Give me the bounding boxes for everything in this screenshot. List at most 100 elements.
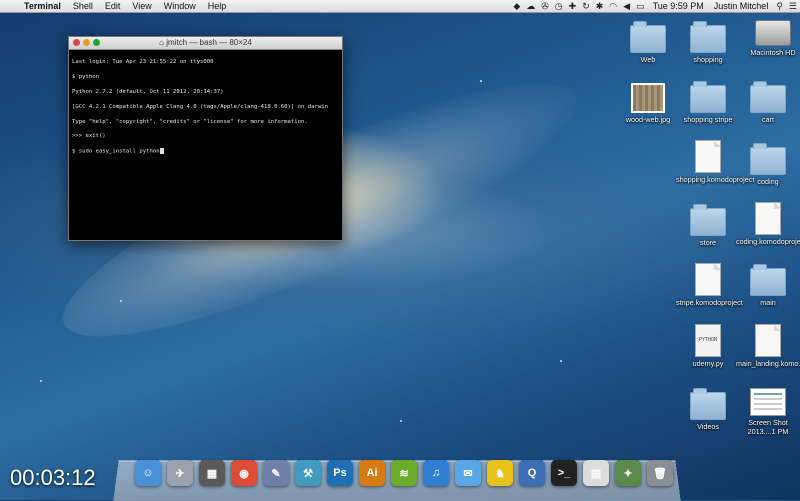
terminal-titlebar[interactable]: ⌂ jmitch — bash — 80×24	[69, 37, 342, 50]
terminal-line: Type "help", "copyright", "credits" or "…	[72, 118, 308, 125]
dock-itunes-icon[interactable]: ♫	[423, 460, 449, 486]
desktop-icon-coding[interactable]: coding	[736, 143, 800, 187]
desktop-icon-coding-komodoproject[interactable]: coding.komodoproject	[736, 202, 800, 247]
menu-app-terminal[interactable]: Terminal	[18, 1, 67, 11]
dock-messages-icon[interactable]: ✉	[455, 460, 481, 486]
dock-xcode-icon[interactable]: ⚒	[295, 460, 321, 486]
wrench-icon[interactable]: ✇	[538, 1, 552, 12]
wifi-icon[interactable]: ◠	[606, 1, 620, 12]
desktop-icon-shopping-komodoproject[interactable]: shopping.komodoproject	[676, 140, 754, 185]
desktop-icon-label: cart	[762, 115, 774, 124]
tools-icon[interactable]: ✚	[566, 1, 580, 12]
desktop-icon-main-landing[interactable]: main_landing.komo...roject	[736, 324, 800, 369]
terminal-line: Python 2.7.2 (default, Oct 11 2012, 20:1…	[72, 89, 224, 96]
recording-timer: 00:03:12	[10, 465, 96, 490]
desktop-icon-udemy-py[interactable]: PYTHON udemy.py	[676, 324, 740, 369]
zoom-button[interactable]	[93, 39, 100, 46]
document-icon	[695, 140, 721, 173]
dock-spotify-icon[interactable]: ≋	[391, 460, 417, 486]
close-button[interactable]	[73, 39, 80, 46]
menu-help[interactable]: Help	[202, 1, 233, 11]
dock-photoshop-icon[interactable]: Ps	[327, 460, 353, 486]
dock-quicktime-icon[interactable]: Q	[519, 460, 545, 486]
status-area: ◆ ☁ ✇ ◷ ✚ ↻ ✱ ◠ ◀ ▭ Tue 9:59 PM Justin M…	[510, 1, 800, 12]
desktop-icon-label: Screen Shot 2013....1 PM	[747, 418, 789, 436]
star	[480, 80, 482, 82]
terminal-line: >>> exit()	[72, 133, 106, 140]
folder-icon	[690, 204, 726, 236]
text-cursor	[159, 148, 164, 155]
desktop-icon-wood-web[interactable]: wood-web.jpg	[616, 83, 680, 125]
dock-preview-icon[interactable]: ✎	[263, 460, 289, 486]
star	[40, 380, 42, 382]
desktop-icon-label: coding.komodoproject	[736, 237, 800, 246]
menu-bar: Terminal Shell Edit View Window Help ◆ ☁…	[0, 0, 800, 13]
folder-icon	[690, 81, 726, 113]
cloud-icon[interactable]: ☁	[523, 1, 538, 12]
dock-photo-booth-icon[interactable]: ▦	[199, 460, 225, 486]
dock-chrome-icon[interactable]: ◉	[231, 460, 257, 486]
terminal-line: Last login: Tue Apr 23 21:55:22 on ttys0…	[72, 59, 214, 66]
desktop-icon-shopping[interactable]: shopping	[676, 21, 740, 65]
dock-illustrator-icon[interactable]: Ai	[359, 460, 385, 486]
menu-clock[interactable]: Tue 9:59 PM	[648, 1, 709, 11]
dock-cyberduck-icon[interactable]: ♞	[487, 460, 513, 486]
desktop-icon-label: shopping	[693, 55, 723, 64]
folder-icon	[750, 264, 786, 296]
terminal-line: [GCC 4.2.1 Compatible Apple Clang 4.0 (t…	[72, 103, 328, 110]
desktop-icon-store[interactable]: store	[676, 204, 740, 248]
desktop-icon-main[interactable]: main	[736, 264, 800, 308]
desktop-icon-label: Web	[640, 55, 656, 64]
volume-icon[interactable]: ◀	[620, 1, 633, 12]
terminal-window[interactable]: ⌂ jmitch — bash — 80×24 Last login: Tue …	[68, 36, 343, 241]
dropbox-icon[interactable]: ◆	[510, 1, 523, 12]
terminal-line: $ sudo easy_install python	[72, 148, 160, 155]
spotlight-search-icon[interactable]: ⚲	[773, 1, 786, 12]
minimize-button[interactable]	[83, 39, 90, 46]
python-file-icon: PYTHON	[695, 324, 721, 357]
folder-icon	[750, 143, 786, 175]
desktop-icon-screen-shot[interactable]: Screen Shot 2013....1 PM	[736, 388, 800, 436]
desktop-icon-label: main_landing.komo...roject	[736, 359, 800, 368]
desktop-icon-cart[interactable]: cart	[736, 81, 800, 125]
star	[400, 420, 402, 422]
folder-icon	[690, 388, 726, 420]
folder-icon	[630, 21, 666, 53]
menu-view[interactable]: View	[126, 1, 157, 11]
star	[560, 360, 562, 362]
desktop-icon-videos[interactable]: Videos	[676, 388, 740, 432]
desktop-icon-label: wood-web.jpg	[625, 115, 671, 124]
menu-window[interactable]: Window	[158, 1, 202, 11]
user-menu[interactable]: Justin Mitchel	[709, 1, 774, 11]
menu-shell[interactable]: Shell	[67, 1, 99, 11]
desktop-icon-stripe-komodoproject[interactable]: stripe.komodoproject	[676, 263, 743, 308]
terminal-prompt-line[interactable]: $ sudo easy_install python	[72, 148, 339, 156]
dock-trash-icon[interactable]: 🗑	[647, 460, 673, 486]
star	[120, 300, 122, 302]
desktop-icon-label: main	[760, 298, 776, 307]
menu-edit[interactable]: Edit	[99, 1, 127, 11]
window-controls	[73, 39, 100, 46]
desktop-icon-macintosh-hd[interactable]: Macintosh HD	[741, 20, 800, 58]
sync-icon[interactable]: ↻	[579, 1, 593, 12]
terminal-line: $ python	[72, 74, 99, 81]
timer-icon[interactable]: ◷	[552, 1, 566, 12]
notification-center-icon[interactable]: ☰	[786, 1, 800, 12]
dock-terminal-icon[interactable]: >_	[551, 460, 577, 486]
dock-applications-icon[interactable]: ✦	[615, 460, 641, 486]
bluetooth-icon[interactable]: ✱	[593, 1, 607, 12]
image-file-icon	[631, 83, 665, 113]
battery-icon[interactable]: ▭	[633, 1, 648, 12]
dock-launchpad-icon[interactable]: ✈	[167, 460, 193, 486]
desktop-icon-shopping-stripe[interactable]: shopping stripe	[676, 81, 740, 125]
desktop-icon-label: Macintosh HD	[750, 48, 796, 57]
dock-finder-icon[interactable]: ☺	[135, 460, 161, 486]
terminal-output[interactable]: Last login: Tue Apr 23 21:55:22 on ttys0…	[69, 50, 342, 173]
desktop-icon-web[interactable]: Web	[616, 21, 680, 65]
dock-documents-icon[interactable]: ▤	[583, 460, 609, 486]
dock-items: ☺ ✈ ▦ ◉ ✎ ⚒ Ps Ai ≋ ♫ ✉ ♞ Q >_ ▤ ✦ 🗑	[135, 460, 673, 486]
terminal-title: jmitch — bash — 80×24	[166, 38, 252, 47]
hard-drive-icon	[755, 20, 791, 46]
desktop-icon-label: coding	[757, 177, 779, 186]
desktop-icon-label: Videos	[697, 422, 719, 431]
